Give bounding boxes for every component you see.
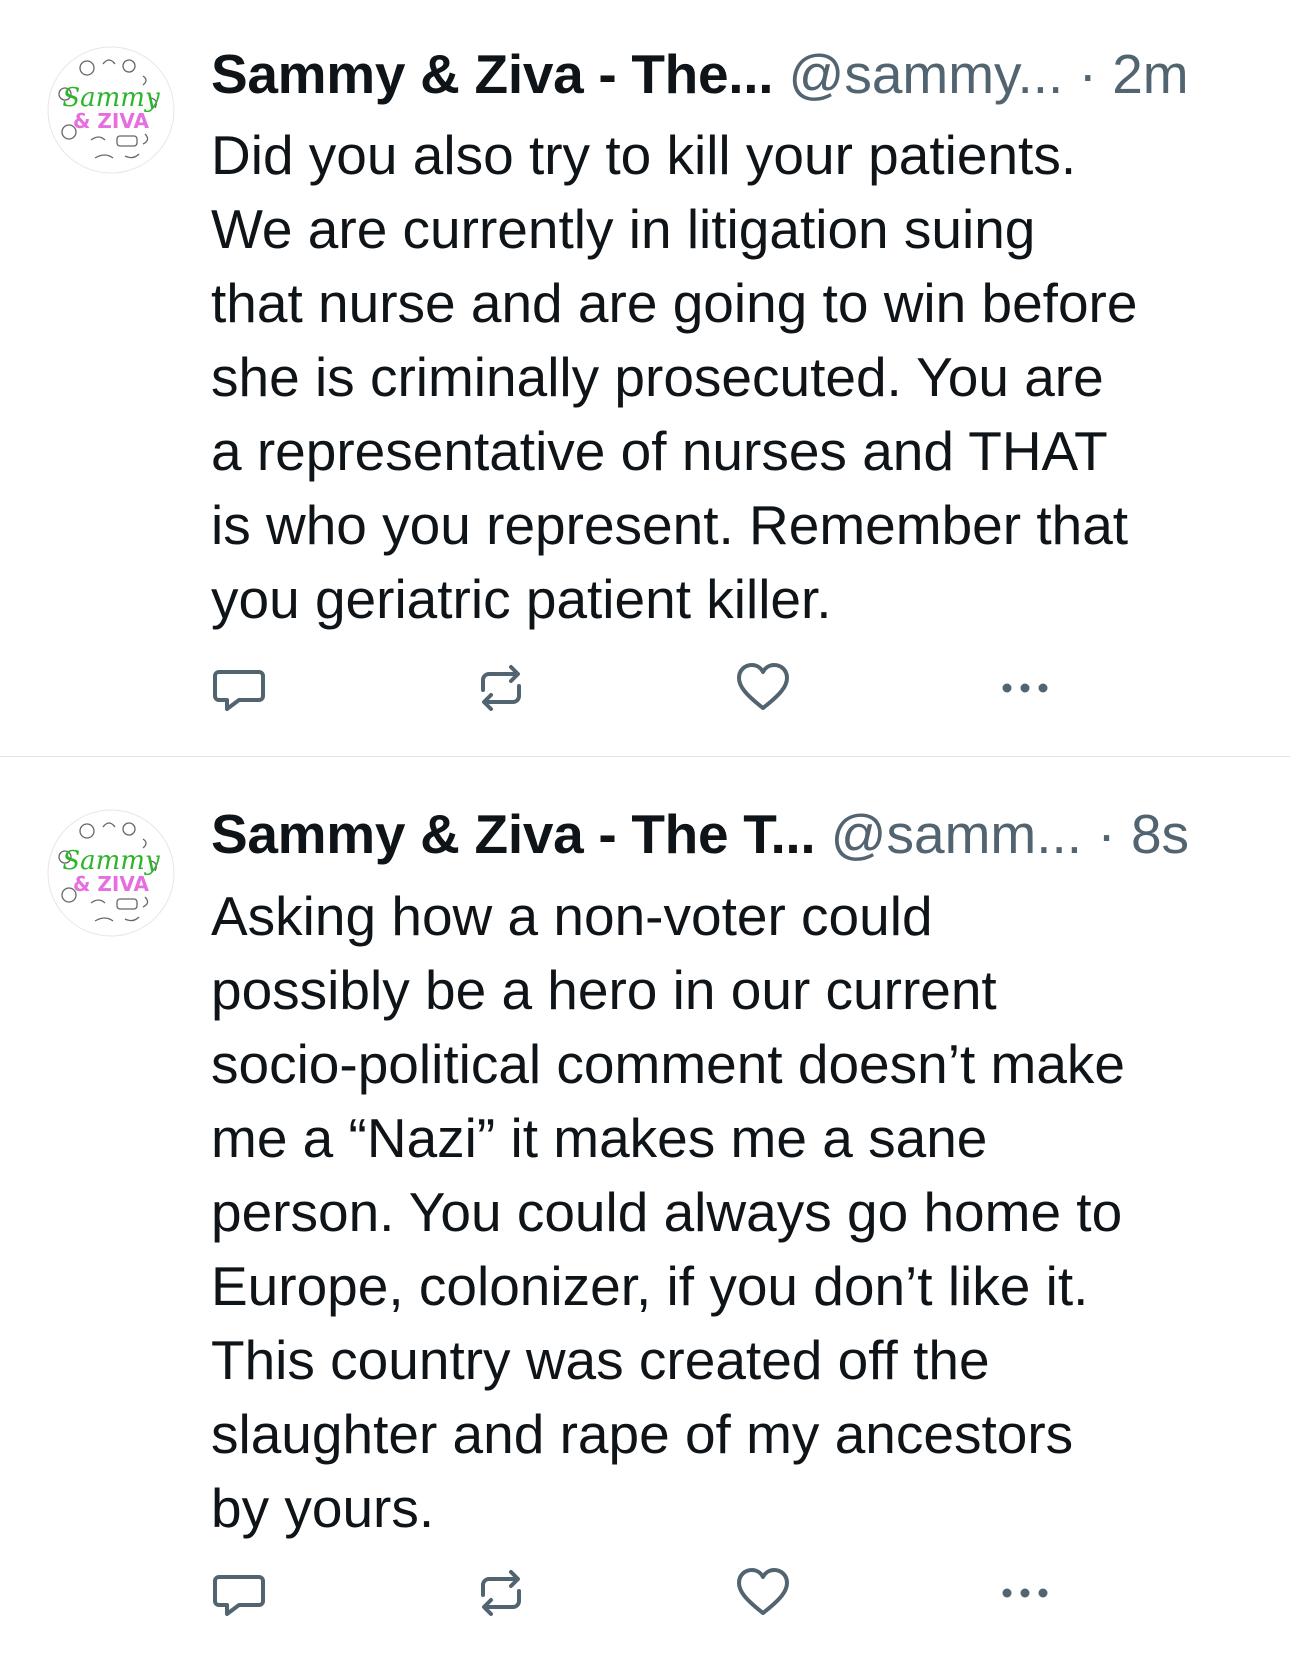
like-icon <box>737 1568 789 1615</box>
display-name[interactable]: Sammy & Ziva - The T... <box>211 803 816 865</box>
handle[interactable]: @sammy... <box>789 43 1064 105</box>
timestamp[interactable]: 2m <box>1112 43 1188 105</box>
tweet-text: Did you also try to kill your patients. … <box>211 124 1138 630</box>
avatar[interactable]: Sammy & ZIVA <box>47 809 175 937</box>
tweet-actions <box>211 660 1111 716</box>
tweet-header: Sammy & Ziva - The... @sammy... · 2m <box>211 34 1251 114</box>
retweet-button[interactable] <box>473 660 529 716</box>
retweet-button[interactable] <box>473 1565 529 1621</box>
reply-button[interactable] <box>211 1565 267 1621</box>
separator-dot: · <box>1097 803 1116 865</box>
tweet-feed: Sammy & ZIVA Sammy & Ziva - The... @samm… <box>0 0 1290 1662</box>
reply-icon <box>213 670 265 711</box>
avatar-logo-icon: Sammy & ZIVA <box>47 46 175 174</box>
avatar-logo-icon: Sammy & ZIVA <box>47 809 175 937</box>
more-button[interactable] <box>997 660 1053 716</box>
svg-text:& ZIVA: & ZIVA <box>73 872 149 896</box>
tweet[interactable]: Sammy & ZIVA Sammy & Ziva - The... @samm… <box>0 0 1290 756</box>
tweet-header: Sammy & Ziva - The T... @samm... · 8s <box>211 794 1251 874</box>
tweet[interactable]: Sammy & ZIVA Sammy & Ziva - The T... @sa… <box>0 757 1290 1662</box>
retweet-icon <box>481 665 521 711</box>
more-icon <box>1002 683 1048 693</box>
handle[interactable]: @samm... <box>831 803 1082 865</box>
more-button[interactable] <box>997 1565 1053 1621</box>
retweet-icon <box>481 1570 521 1616</box>
avatar[interactable]: Sammy & ZIVA <box>47 46 175 174</box>
separator-dot: · <box>1078 43 1097 105</box>
display-name[interactable]: Sammy & Ziva - The... <box>211 43 774 105</box>
like-button[interactable] <box>735 1565 791 1621</box>
more-icon <box>1002 1588 1048 1598</box>
reply-icon <box>213 1575 265 1616</box>
like-icon <box>737 663 789 710</box>
reply-button[interactable] <box>211 660 267 716</box>
tweet-actions <box>211 1565 1111 1621</box>
timestamp[interactable]: 8s <box>1131 803 1189 865</box>
svg-text:& ZIVA: & ZIVA <box>73 109 149 133</box>
tweet-text: Asking how a non-voter could possibly be… <box>211 885 1125 1539</box>
like-button[interactable] <box>735 660 791 716</box>
